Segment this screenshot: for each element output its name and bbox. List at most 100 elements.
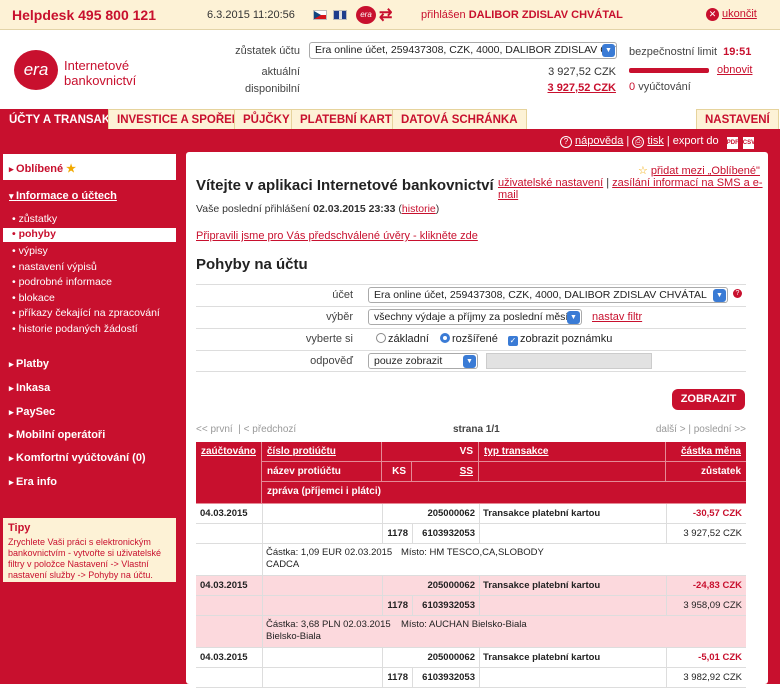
header-type-link[interactable]: typ transakce [484,446,548,457]
chevron-down-icon[interactable]: ▼ [567,311,580,324]
czech-flag-icon[interactable] [313,10,327,20]
help-icon[interactable]: ? [733,289,742,298]
print-icon[interactable]: ⎙ [632,136,645,148]
header-account-link[interactable]: číslo protiúčtu [267,446,336,457]
filter-period-select[interactable]: všechny výdaje a příjmy za poslední měsí… [368,309,582,325]
filter-account-select[interactable]: Era online účet, 259437308, CZK, 4000, D… [368,287,728,303]
answer-extra-input[interactable] [486,353,652,369]
sidebar-sub-movements[interactable]: pohyby [3,228,176,242]
security-limit: bezpečnostní limit 19:51 [629,46,751,58]
show-button[interactable]: ZOBRAZIT [672,389,745,410]
available-balance[interactable]: 3 927,52 CZK [460,82,616,94]
logout-text[interactable]: ukončit [722,8,757,20]
sidebar-item-paysec[interactable]: PaySec [9,406,55,418]
sidebar-sub-details[interactable]: podrobné informace [12,276,112,288]
filter-select-row: výběr všechny výdaje a příjmy za posledn… [196,306,746,328]
chevron-down-icon[interactable]: ▼ [713,289,726,302]
english-flag-icon[interactable] [333,10,347,20]
pager-prev[interactable]: < předchozí [244,424,297,435]
history-link[interactable]: historie [402,203,436,215]
add-favorite-text[interactable]: přidat mezi „Oblíbené" [651,165,760,177]
era-mini-logo[interactable]: era [356,6,376,24]
renew-link[interactable]: obnovit [717,64,752,76]
radio-icon[interactable] [376,333,386,343]
header-type[interactable]: typ transakce [479,442,666,462]
tab-data-box[interactable]: DATOVÁ SCHRÁNKA [392,109,527,129]
row-vs: 205000062 [427,652,475,663]
sidebar-sub-pending[interactable]: příkazy čekající na zpracování [12,307,160,319]
logout-link[interactable]: ✕ ukončit [706,8,757,21]
user-name: DALIBOR ZDISLAV CHVÁTAL [468,9,623,21]
sidebar-item-era-info[interactable]: Era info [9,476,57,488]
tab-investments[interactable]: INVESTICE A SPOŘENÍ [108,109,253,129]
current-datetime: 6.3.2015 11:20:56 [207,9,295,21]
header-date[interactable]: zaúčtováno [196,442,262,504]
balance-label: zůstatek účtu [235,45,300,57]
sidebar-sub-blocks[interactable]: blokace [12,292,55,304]
row-ss: 6103932053 [422,600,475,611]
chevron-down-icon[interactable]: ▼ [463,355,476,368]
column-divider [479,576,480,616]
row-note-place: Místo: HM TESCO,CA,SLOBODY [401,547,544,558]
account-select[interactable]: Era online účet, 259437308, CZK, 4000, D… [309,42,617,59]
sidebar-sub-statement-settings[interactable]: nastavení výpisů [12,261,97,273]
header-amount[interactable]: částka měna [666,442,746,462]
add-favorite-link[interactable]: ☆ přidat mezi „Oblíbené" [638,164,760,177]
sidebar-item-payments[interactable]: Platby [9,358,49,370]
column-divider [412,668,413,688]
sidebar-item-account-info[interactable]: Informace o účtech [9,190,117,202]
pagination: << první | < předchozí strana 1/1 další … [196,424,746,435]
pager-last[interactable]: poslední >> [694,424,746,435]
chevron-down-icon[interactable]: ▼ [602,44,615,57]
radio-selected-icon[interactable] [440,333,450,343]
header-date-link[interactable]: zaúčtováno [201,446,256,457]
notes-checkbox[interactable]: ✓ zobrazit poznámku [508,333,612,346]
tab-settings[interactable]: NASTAVENÍ [696,109,779,129]
filter-choose-label: vyberte si [305,333,353,345]
sidebar-sub-statements[interactable]: výpisy [12,245,48,257]
header-ss[interactable]: SS [412,462,479,482]
row-note-city: CADCA [266,559,300,570]
notes-checkbox-label: zobrazit poznámku [520,333,613,345]
limit-label: bezpečnostní limit [629,46,718,58]
sidebar-item-collections[interactable]: Inkasa [9,382,50,394]
pager-next[interactable]: další > [656,424,686,435]
preapproved-link[interactable]: Připravili jsme pro Vás předschválené úv… [196,230,478,242]
star-icon: ★ [66,163,77,175]
main-area: ☆ přidat mezi „Oblíbené" Vítejte v aplika… [186,152,780,688]
sidebar-item-mobile[interactable]: Mobilní operátoři [9,429,105,441]
switch-arrows-icon[interactable]: ⇄ [379,5,392,25]
csv-icon[interactable]: CSV [742,137,755,149]
column-divider [666,504,667,544]
pager-page: strana 1/1 [453,424,500,435]
column-divider [479,648,480,688]
sidebar-sub-history[interactable]: historie podaných žádostí [12,323,138,335]
radio-basic-label: základní [388,333,429,345]
radio-extended[interactable]: rozšířené [440,333,498,345]
sidebar-item-favorites[interactable]: Oblíbené ★ [9,162,76,175]
billing-count[interactable]: 0 vyúčtování [629,81,691,93]
pager-first[interactable]: << první [196,424,233,435]
session-timer-bar [629,68,709,73]
radio-extended-label: rozšířené [452,333,498,345]
utility-links: ? nápověda | ⎙ tisk | export do PDF CSV [560,135,755,149]
sidebar-sub-balances[interactable]: zůstatky [12,213,58,225]
radio-basic[interactable]: základní [376,333,429,345]
pdf-icon[interactable]: PDF [726,137,739,149]
checkbox-checked-icon[interactable]: ✓ [508,336,518,346]
set-filter-link[interactable]: nastav filtr [592,311,642,323]
tab-loans[interactable]: PŮJČKY [234,109,299,129]
user-settings-link[interactable]: uživatelské nastavení [498,177,603,189]
answer-select[interactable]: pouze zobrazit ▼ [368,353,478,369]
header-amount-link[interactable]: částka měna [681,446,741,457]
tab-cards[interactable]: PLATEBNÍ KARTY [291,109,409,129]
current-balance: 3 927,52 CZK [548,66,616,78]
sidebar-item-comfort[interactable]: Komfortní vyúčtování (0) [9,452,146,464]
help-icon[interactable]: ? [560,136,572,148]
help-link[interactable]: nápověda [575,135,623,147]
header-ss-link[interactable]: SS [460,466,473,477]
filter-period-value: všechny výdaje a příjmy za poslední měsí… [374,311,574,323]
close-icon[interactable]: ✕ [706,8,719,21]
header-account[interactable]: číslo protiúčtu [262,442,382,462]
print-link[interactable]: tisk [647,135,664,147]
